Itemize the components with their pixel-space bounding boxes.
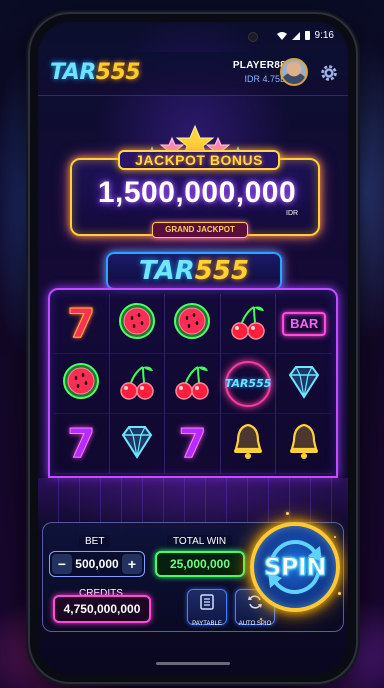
- paytable-button[interactable]: PAYTABLE: [187, 589, 227, 627]
- bet-label: BET: [79, 535, 111, 549]
- seven-icon: 7: [178, 420, 207, 467]
- reel-cell: BAR: [276, 294, 332, 354]
- background-scene: 9:16 TAR555 PLAYER88 IDR 4.75B JACKPOT B…: [0, 0, 384, 688]
- tar555-coin-icon: TAR555: [224, 360, 272, 407]
- player-balance: IDR 4.75B: [244, 74, 286, 84]
- reel-cell: [276, 354, 332, 414]
- bell-icon: [226, 419, 270, 468]
- reel-cell: [109, 294, 166, 354]
- reel-cell: 7: [165, 414, 221, 474]
- battery-icon: [304, 31, 310, 40]
- total-win-label: TOTAL WIN: [167, 535, 233, 549]
- auto-spin-label: AUTO SPIO: [238, 621, 272, 627]
- app-logo[interactable]: TAR555: [50, 60, 141, 85]
- reel-cell: [165, 294, 221, 354]
- paytable-icon: [200, 594, 214, 610]
- bet-increase-button[interactable]: +: [122, 554, 142, 574]
- front-camera: [248, 32, 258, 42]
- app-screen: 9:16 TAR555 PLAYER88 IDR 4.75B JACKPOT B…: [38, 22, 348, 674]
- watermelon-icon: [115, 299, 159, 348]
- seven-icon: 7: [67, 420, 96, 467]
- status-icons: 9:16: [276, 30, 334, 41]
- avatar[interactable]: [280, 58, 308, 86]
- reel-cell: [109, 354, 166, 414]
- jackpot-title: JACKPOT BONUS: [118, 150, 280, 170]
- slot-reels: 7 BAR TAR555 7 7: [48, 288, 338, 478]
- gear-icon[interactable]: [318, 62, 340, 84]
- diamond-icon: [282, 359, 326, 408]
- top-header: TAR555 PLAYER88 IDR 4.75B: [38, 52, 348, 96]
- sparkle: [334, 536, 336, 538]
- credits-value: 4,750,000,000: [53, 595, 151, 623]
- bet-stepper: − 500,000 +: [49, 551, 145, 577]
- reel-cell: [220, 294, 277, 354]
- home-indicator[interactable]: [156, 662, 230, 665]
- phone-frame: 9:16 TAR555 PLAYER88 IDR 4.75B JACKPOT B…: [30, 14, 356, 682]
- spin-label: SPIN: [264, 553, 327, 582]
- bar-symbol: BAR: [282, 311, 327, 336]
- status-bar: 9:16: [38, 22, 348, 50]
- bet-value: 500,000: [75, 557, 119, 571]
- machine-title-number: 555: [194, 256, 250, 286]
- reel-cell: [276, 414, 332, 474]
- reel-grid: 7 BAR TAR555 7 7: [54, 294, 332, 474]
- jackpot-frame: JACKPOT BONUS 1,500,000,000 IDR GRAND JA…: [70, 150, 320, 238]
- bell-icon: [282, 419, 326, 468]
- machine-title-tar: TAR: [138, 256, 195, 286]
- coin-label: TAR555: [224, 377, 272, 390]
- wifi-icon: [276, 31, 287, 40]
- sparkle: [286, 512, 289, 515]
- logo-text-tar: TAR: [50, 60, 96, 85]
- signal-icon: [291, 31, 300, 40]
- player-info: PLAYER88 IDR 4.75B: [233, 60, 286, 84]
- reel-cell: [220, 414, 277, 474]
- jackpot-subtitle: GRAND JACKPOT: [152, 222, 248, 238]
- watermelon-icon: [59, 359, 103, 408]
- jackpot-banner: JACKPOT BONUS 1,500,000,000 IDR GRAND JA…: [64, 124, 326, 244]
- reel-cell: [109, 414, 166, 474]
- bet-decrease-button[interactable]: −: [52, 554, 72, 574]
- machine-title: TAR555: [106, 252, 282, 290]
- sparkle: [338, 592, 341, 595]
- reel-cell: TAR555: [220, 354, 277, 414]
- seven-icon: 7: [67, 300, 96, 347]
- total-win-value: 25,000,000: [155, 551, 245, 577]
- reel-cell: [165, 354, 221, 414]
- logo-text-number: 555: [95, 60, 141, 85]
- cherries-icon: [115, 359, 159, 408]
- spin-button[interactable]: SPIN: [250, 522, 340, 612]
- cherries-icon: [226, 299, 270, 348]
- watermelon-icon: [170, 299, 214, 348]
- player-name: PLAYER88: [232, 60, 286, 71]
- reel-cell: 7: [54, 414, 110, 474]
- status-time: 9:16: [314, 30, 334, 41]
- jackpot-amount: 1,500,000,000: [97, 176, 297, 209]
- cherries-icon: [170, 359, 214, 408]
- sparkle: [260, 618, 262, 620]
- paytable-label: PAYTABLE: [192, 621, 222, 627]
- reel-cell: [54, 354, 110, 414]
- diamond-icon: [115, 419, 159, 468]
- jackpot-currency: IDR: [286, 210, 299, 217]
- reel-cell: 7: [54, 294, 110, 354]
